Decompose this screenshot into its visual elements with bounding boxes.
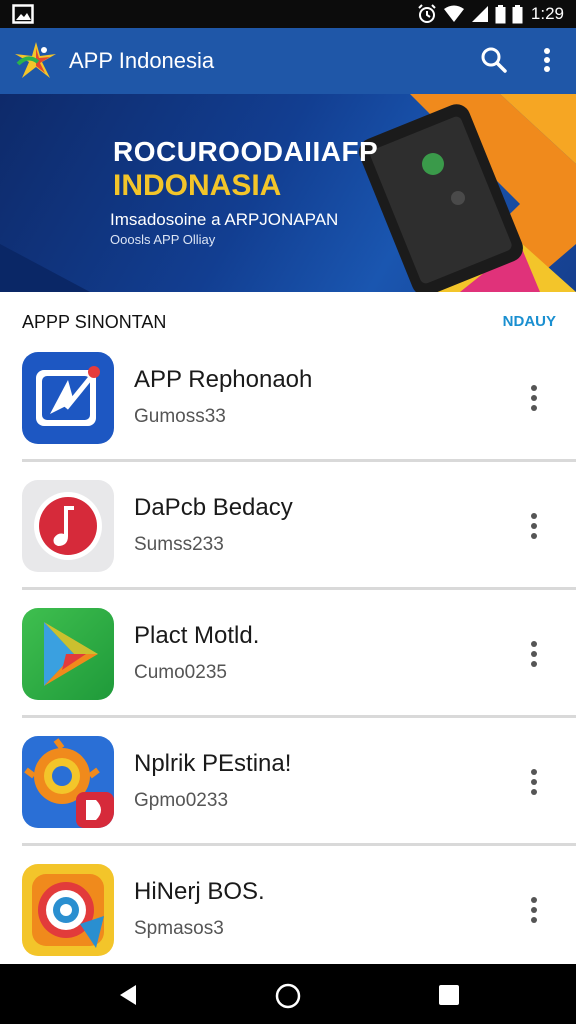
status-time: 1:29 bbox=[530, 4, 564, 23]
more-vert-icon bbox=[531, 769, 537, 795]
app-logo-icon bbox=[14, 40, 58, 82]
app-bar: APP Indonesia bbox=[0, 28, 576, 94]
app-subtitle: Cumo0235 bbox=[134, 662, 227, 683]
list-item[interactable]: Plact Motld. Cumo0235 bbox=[0, 590, 576, 718]
item-menu-button[interactable] bbox=[524, 766, 544, 798]
recents-icon bbox=[439, 985, 459, 1005]
list-item[interactable]: HiNerj BOS. Spmasos3 bbox=[0, 846, 576, 974]
app-name: DaPcb Bedacy bbox=[134, 494, 293, 521]
more-vert-icon bbox=[531, 641, 537, 667]
battery-icon bbox=[512, 4, 523, 24]
colorful-gear-app-icon bbox=[22, 736, 114, 828]
system-nav-bar bbox=[0, 964, 576, 1024]
music-note-app-icon bbox=[22, 480, 114, 572]
list-item[interactable]: DaPcb Bedacy Sumss233 bbox=[0, 462, 576, 590]
item-menu-button[interactable] bbox=[524, 510, 544, 542]
signal-icon bbox=[471, 5, 489, 23]
home-button[interactable] bbox=[274, 982, 302, 1010]
app-subtitle: Gpmo0233 bbox=[134, 790, 229, 811]
item-menu-button[interactable] bbox=[524, 894, 544, 926]
back-icon bbox=[120, 985, 136, 1005]
app-subtitle: Gumoss33 bbox=[134, 406, 226, 427]
recents-button[interactable] bbox=[436, 982, 462, 1008]
app-name: HiNerj BOS. bbox=[134, 878, 265, 905]
camera-lens-app-icon bbox=[22, 864, 114, 956]
app-subtitle: Spmasos3 bbox=[134, 918, 224, 939]
app-list: APP Rephonaoh Gumoss33 DaPcb Bedacy Sums… bbox=[0, 334, 576, 974]
banner-artwork bbox=[0, 94, 576, 292]
banner-subtitle: Imsadosoine a ARPJONAPAN bbox=[110, 210, 339, 229]
status-icons: 1:29 bbox=[417, 3, 564, 25]
promo-banner[interactable]: ROCUROODAIIAFP INDONASIA Imsadosoine a A… bbox=[0, 94, 576, 292]
battery-icon bbox=[495, 4, 506, 24]
item-menu-button[interactable] bbox=[524, 638, 544, 670]
app-subtitle: Sumss233 bbox=[134, 534, 224, 555]
search-button[interactable] bbox=[478, 44, 510, 76]
section-title: APPP SINONTAN bbox=[22, 312, 167, 332]
gallery-icon bbox=[12, 4, 34, 24]
back-button[interactable] bbox=[116, 982, 142, 1008]
more-vert-icon bbox=[531, 513, 537, 539]
pen-app-icon bbox=[22, 352, 114, 444]
overflow-menu-button[interactable] bbox=[534, 44, 560, 76]
more-vert-icon bbox=[531, 385, 537, 411]
app-name: APP Rephonaoh bbox=[134, 366, 313, 393]
app-title: APP Indonesia bbox=[69, 48, 215, 73]
list-item[interactable]: APP Rephonaoh Gumoss33 bbox=[0, 334, 576, 462]
app-name: Nplrik PEstina! bbox=[134, 750, 292, 777]
more-vert-icon bbox=[544, 48, 550, 72]
wifi-icon bbox=[443, 5, 465, 23]
list-item[interactable]: Nplrik PEstina! Gpmo0233 bbox=[0, 718, 576, 846]
banner-title: ROCUROODAIIAFP bbox=[113, 136, 379, 167]
search-icon bbox=[481, 47, 507, 73]
banner-caption: Ooosls APP Olliay bbox=[110, 232, 216, 247]
banner-title-highlight: INDONASIA bbox=[113, 169, 282, 202]
item-menu-button[interactable] bbox=[524, 382, 544, 414]
alarm-icon bbox=[417, 4, 437, 24]
home-icon bbox=[275, 983, 301, 1009]
section-more-link[interactable]: NDAUY bbox=[503, 313, 556, 330]
app-name: Plact Motld. bbox=[134, 622, 260, 649]
more-vert-icon bbox=[531, 897, 537, 923]
play-store-app-icon bbox=[22, 608, 114, 700]
status-bar: 1:29 bbox=[0, 0, 576, 28]
